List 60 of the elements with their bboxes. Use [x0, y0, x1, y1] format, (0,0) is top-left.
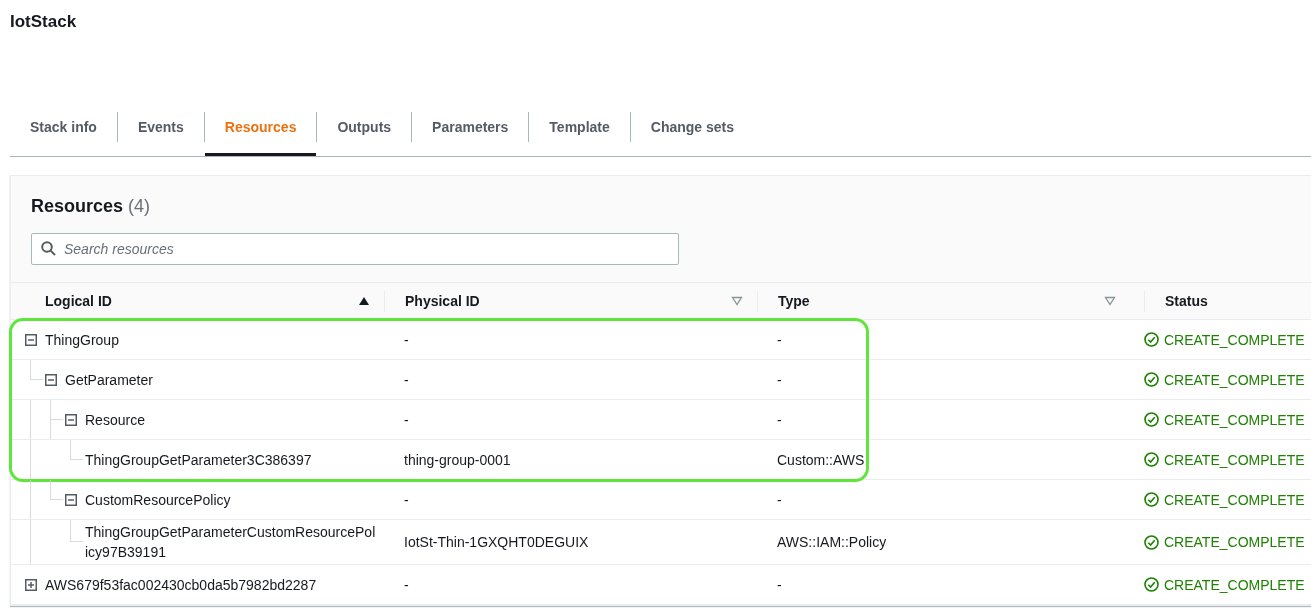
tab[interactable]: Change sets — [630, 98, 755, 156]
tab[interactable]: Events — [117, 98, 204, 156]
table-cell: - — [404, 331, 409, 348]
status-text: CREATE_COMPLETE — [1164, 451, 1305, 468]
table-cell-text: ThingGroupGetParameter3C386397 — [85, 450, 313, 470]
table-cell: - — [777, 411, 782, 428]
column-header[interactable]: Logical ID — [45, 293, 112, 309]
table-cell: - — [777, 576, 782, 593]
tree-line — [50, 400, 63, 439]
status-text: CREATE_COMPLETE — [1164, 411, 1305, 428]
status-text: CREATE_COMPLETE — [1164, 491, 1305, 508]
tree-line — [70, 520, 83, 542]
status-text: CREATE_COMPLETE — [1164, 331, 1305, 348]
table-cell-text: ThingGroup — [45, 330, 120, 350]
check-circle-icon — [1144, 534, 1159, 550]
table-cell: thing-group-0001 — [404, 451, 511, 468]
column-header[interactable]: Physical ID — [405, 293, 480, 309]
search-field[interactable]: Search resources — [31, 233, 679, 265]
column-header[interactable]: Type — [778, 293, 810, 309]
table-cell: Custom::AWS — [777, 451, 865, 468]
collapse-icon[interactable] — [65, 413, 77, 426]
table-cell: - — [777, 491, 782, 508]
status-text: CREATE_COMPLETE — [1164, 534, 1305, 550]
page-title: IotStack — [10, 11, 78, 33]
tree-line — [30, 360, 43, 380]
tree-line — [50, 480, 63, 500]
table-cell: - — [404, 371, 409, 388]
check-circle-icon — [1144, 577, 1159, 592]
tree-line — [70, 440, 83, 460]
expand-icon[interactable] — [25, 578, 37, 591]
table-cell-text: Resource — [85, 410, 146, 430]
table-cell: - — [777, 331, 782, 348]
table-cell: IotSt-Thin-1GXQHT0DEGUIX — [404, 534, 589, 550]
table-cell: - — [404, 491, 409, 508]
tab[interactable]: Stack info — [10, 98, 117, 156]
check-circle-icon — [1144, 372, 1159, 387]
tab[interactable]: Template — [529, 98, 630, 156]
table-cell-text: GetParameter — [65, 370, 154, 390]
status-text: CREATE_COMPLETE — [1164, 576, 1305, 593]
check-circle-icon — [1144, 412, 1159, 427]
table-cell-text: AWS679f53fac002430cb0da5b7982bd2287 — [45, 575, 318, 595]
table-cell-text: CustomResourcePolicy — [85, 490, 232, 510]
table-cell: - — [404, 576, 409, 593]
check-circle-icon — [1144, 492, 1159, 507]
check-circle-icon — [1144, 452, 1159, 467]
column-header[interactable]: Status — [1165, 293, 1208, 309]
search-icon — [41, 241, 56, 256]
check-circle-icon — [1144, 332, 1159, 347]
table-cell-text: ThingGroupGetParameterCustomResourcePolicy97B39191 — [85, 523, 377, 562]
resource-count: (4) — [128, 196, 151, 216]
collapse-icon[interactable] — [45, 373, 57, 386]
collapse-icon[interactable] — [65, 493, 77, 506]
table-cell: - — [404, 411, 409, 428]
status-text: CREATE_COMPLETE — [1164, 371, 1305, 388]
panel-title: Resources — [31, 196, 124, 216]
collapse-icon[interactable] — [25, 333, 37, 346]
table-cell: - — [777, 371, 782, 388]
tab[interactable]: Outputs — [317, 98, 412, 156]
table-cell: AWS::IAM::Policy — [777, 534, 887, 550]
tab[interactable]: Parameters — [412, 98, 529, 156]
